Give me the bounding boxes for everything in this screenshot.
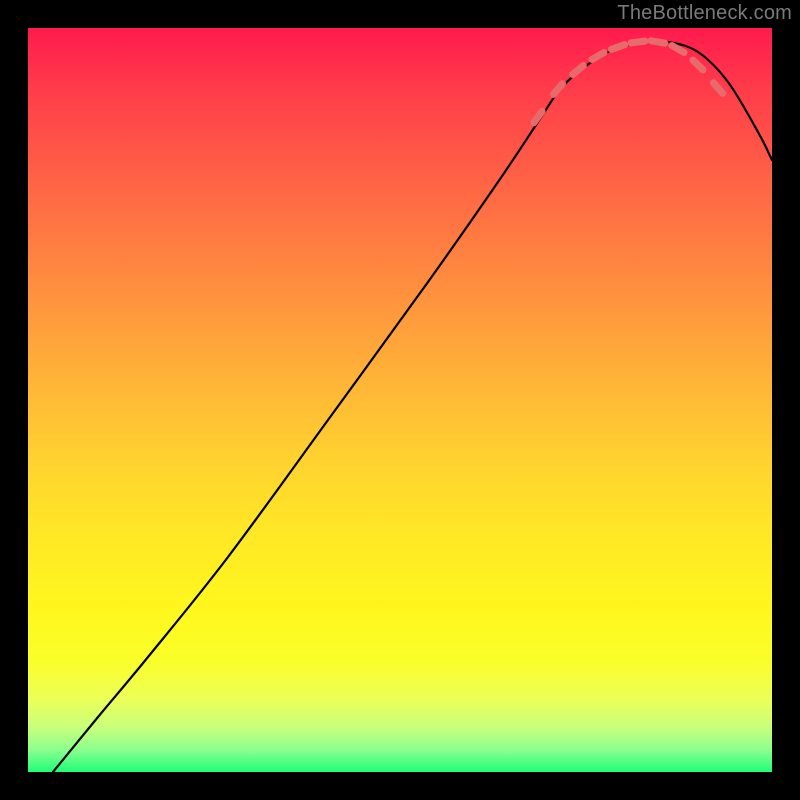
valley-marker: [611, 45, 624, 50]
valley-marker: [631, 41, 645, 43]
valley-marker: [534, 111, 542, 122]
valley-marker: [651, 41, 665, 43]
valley-marker: [592, 53, 604, 60]
valley-markers: [534, 41, 723, 123]
chart-svg: [28, 28, 772, 772]
plot-area: [28, 28, 772, 772]
valley-marker: [693, 60, 703, 70]
watermark-text: TheBottleneck.com: [617, 2, 792, 25]
main-curve: [53, 41, 772, 772]
valley-marker: [553, 84, 562, 95]
valley-marker: [672, 46, 684, 53]
chart-frame: TheBottleneck.com: [0, 0, 800, 800]
valley-marker: [713, 83, 722, 94]
valley-marker: [573, 66, 584, 75]
